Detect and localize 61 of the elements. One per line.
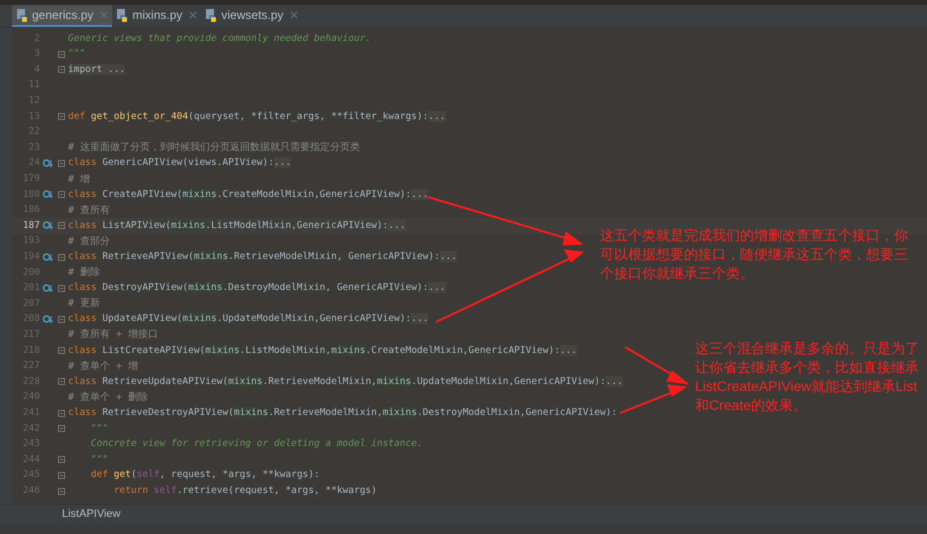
code-line: class ListAPIView(mixins.ListModelMixin,GenericAPIView):... bbox=[67, 218, 406, 233]
code-line: return self.retrieve(request, *args, **kwargs) bbox=[112, 484, 377, 498]
line-number: 187 bbox=[22, 218, 40, 233]
code-line: # 查所有 bbox=[67, 204, 110, 218]
override-icon[interactable] bbox=[43, 221, 53, 230]
code-line: """ bbox=[67, 47, 86, 62]
code-line: """ bbox=[90, 422, 108, 436]
fold-icon[interactable] bbox=[58, 191, 64, 198]
close-icon[interactable] bbox=[100, 11, 108, 19]
fold-icon[interactable] bbox=[58, 347, 64, 354]
code-line: class RetrieveAPIView(mixins.RetrieveModelMixin, GenericAPIView):... bbox=[67, 250, 457, 264]
override-icon[interactable] bbox=[43, 252, 53, 262]
close-icon[interactable] bbox=[290, 11, 298, 19]
code-line: Concrete view for retrieving or deleting a model instance. bbox=[90, 437, 423, 452]
fold-icon[interactable] bbox=[58, 488, 64, 495]
close-icon[interactable] bbox=[189, 11, 198, 19]
code-line: class CreateAPIView(mixins.CreateModelMixin,GenericAPIView):... bbox=[67, 188, 428, 202]
code-line: class DestroyAPIView(mixins.DestroyModelMixin, GenericAPIView):... bbox=[67, 281, 446, 296]
code-line: # 查单个 + 增 bbox=[67, 360, 138, 374]
code-line: # 更新 bbox=[67, 296, 100, 312]
fold-icon[interactable] bbox=[58, 222, 64, 230]
code-line: class GenericAPIView(views.APIView):... bbox=[67, 156, 292, 170]
fold-icon[interactable] bbox=[58, 378, 64, 386]
fold-icon[interactable] bbox=[58, 66, 64, 74]
code-line: Generic views that provide commonly needed behaviour. bbox=[67, 32, 372, 46]
fold-icon[interactable] bbox=[58, 254, 64, 261]
fold-icon[interactable] bbox=[58, 50, 64, 58]
override-icon[interactable] bbox=[43, 284, 53, 293]
python-file-icon bbox=[16, 8, 28, 22]
fold-icon[interactable] bbox=[58, 160, 64, 168]
python-file-icon bbox=[116, 8, 128, 22]
code-line: def get(self, request, *args, **kwargs): bbox=[90, 468, 320, 482]
fold-icon[interactable] bbox=[58, 284, 64, 292]
annotation-text: 这三个混合继承是多余的。只是为了让你省去继承多个类，比如直接继承ListCreateAPIView就能达到继承List和Create的效果。 bbox=[695, 339, 920, 415]
file-tab[interactable]: mixins.py bbox=[112, 5, 202, 27]
fold-icon[interactable] bbox=[58, 472, 64, 479]
fold-icon[interactable] bbox=[58, 410, 64, 417]
code-line: class ListCreateAPIView(mixins.ListModelMixin,mixins.CreateModelMixin,GenericAPIView):... bbox=[67, 344, 578, 358]
override-icon[interactable] bbox=[43, 314, 53, 324]
python-file-icon bbox=[205, 8, 218, 22]
code-line: class RetrieveDestroyAPIView(mixins.RetrieveModelMixin,mixins.DestroyModelMixin,GenericAPIView): bbox=[67, 406, 618, 420]
code-line: # 这里面做了分页，到时候我们分页返回数据就只需要指定分页类 bbox=[67, 140, 360, 156]
fold-icon[interactable] bbox=[58, 456, 64, 464]
fold-icon[interactable] bbox=[58, 113, 64, 120]
code-line: class RetrieveUpdateAPIView(mixins.RetrieveModelMixin,mixins.UpdateModelMixin,GenericAPIView):... bbox=[67, 374, 623, 389]
fold-icon[interactable] bbox=[58, 316, 64, 323]
file-tab[interactable]: viewsets.py bbox=[201, 5, 302, 27]
code-line: # 增 bbox=[67, 172, 90, 187]
file-tab[interactable]: generics.py bbox=[12, 5, 112, 27]
code-line: class UpdateAPIView(mixins.UpdateModelMixin,GenericAPIView):... bbox=[67, 312, 428, 326]
code-line: """ bbox=[90, 452, 108, 467]
annotation-text: 这五个类就是完成我们的增删改查查五个接口，你可以根据想要的接口，随便继承这五个类，想要三个接口你就继承三个类。 bbox=[600, 226, 909, 283]
code-line: # 查所有 + 增接口 bbox=[67, 328, 158, 342]
fold-icon[interactable] bbox=[58, 425, 64, 432]
override-icon[interactable] bbox=[43, 159, 53, 168]
code-line: # 查部分 bbox=[67, 234, 110, 249]
override-icon[interactable] bbox=[43, 190, 53, 200]
code-line: # 查单个 + 删除 bbox=[67, 390, 148, 405]
breadcrumb[interactable]: ListAPIView bbox=[62, 506, 120, 523]
code-line: # 删除 bbox=[67, 266, 100, 280]
code-line: def get_object_or_404(queryset, *filter_args, **filter_kwargs):... bbox=[67, 110, 446, 124]
